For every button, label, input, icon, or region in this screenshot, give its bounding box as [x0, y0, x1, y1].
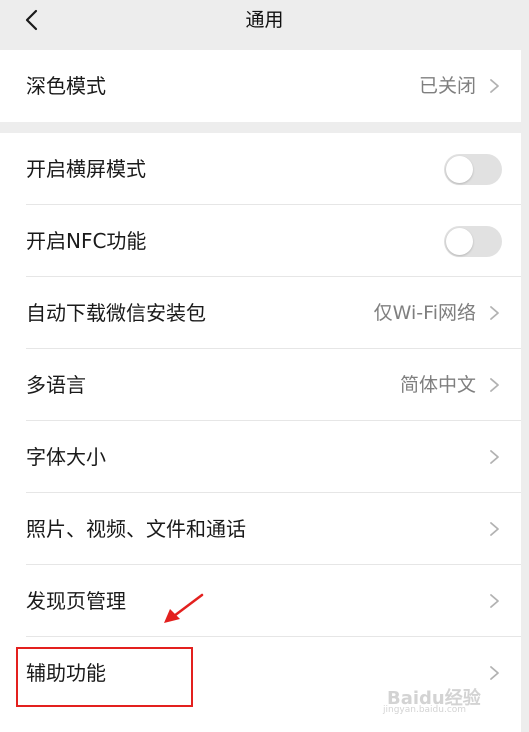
- discover-management-label: 发现页管理: [26, 589, 126, 613]
- auto-download-row[interactable]: 自动下载微信安装包 仅Wi-Fi网络: [0, 277, 521, 349]
- auto-download-label: 自动下载微信安装包: [26, 301, 206, 325]
- chevron-right-icon: [490, 594, 499, 608]
- watermark-subtext: jingyan.baidu.com: [383, 705, 467, 715]
- right-edge-margin: [521, 0, 529, 732]
- baidu-watermark-logo: Baidu经验 jingyan.baidu.com: [379, 684, 507, 718]
- landscape-mode-toggle[interactable]: [444, 154, 502, 185]
- navigation-bar: 通用: [0, 0, 529, 44]
- annotation-arrow-icon: [164, 593, 204, 623]
- chevron-right-icon: [490, 79, 499, 93]
- media-files-row[interactable]: 照片、视频、文件和通话: [0, 493, 521, 565]
- auto-download-value: 仅Wi-Fi网络: [373, 302, 476, 324]
- font-size-row[interactable]: 字体大小: [0, 421, 521, 493]
- chevron-right-icon: [490, 306, 499, 320]
- language-row[interactable]: 多语言 简体中文: [0, 349, 521, 421]
- landscape-mode-label: 开启横屏模式: [26, 157, 146, 181]
- chevron-right-icon: [490, 666, 499, 680]
- dark-mode-label: 深色模式: [26, 74, 106, 98]
- nfc-label: 开启NFC功能: [26, 229, 147, 253]
- chevron-right-icon: [490, 450, 499, 464]
- dark-mode-value: 已关闭: [418, 75, 476, 97]
- page-title: 通用: [245, 9, 284, 31]
- landscape-mode-row: 开启横屏模式: [0, 133, 521, 205]
- chevron-right-icon: [490, 378, 499, 392]
- nfc-toggle[interactable]: [444, 226, 502, 257]
- discover-management-row[interactable]: 发现页管理: [0, 565, 521, 637]
- dark-mode-row[interactable]: 深色模式 已关闭: [0, 50, 521, 122]
- language-label: 多语言: [26, 373, 86, 397]
- nfc-row: 开启NFC功能: [0, 205, 521, 277]
- settings-group-general: 开启横屏模式 开启NFC功能 自动下载微信安装包 仅Wi-Fi网络 多语言 简体…: [0, 133, 521, 732]
- toggle-knob: [446, 156, 473, 183]
- chevron-right-icon: [490, 522, 499, 536]
- language-value: 简体中文: [399, 374, 476, 396]
- media-files-label: 照片、视频、文件和通话: [26, 517, 246, 541]
- toggle-knob: [446, 228, 473, 255]
- settings-group-display: 深色模式 已关闭: [0, 50, 521, 122]
- highlight-box: [16, 647, 193, 707]
- font-size-label: 字体大小: [26, 445, 106, 469]
